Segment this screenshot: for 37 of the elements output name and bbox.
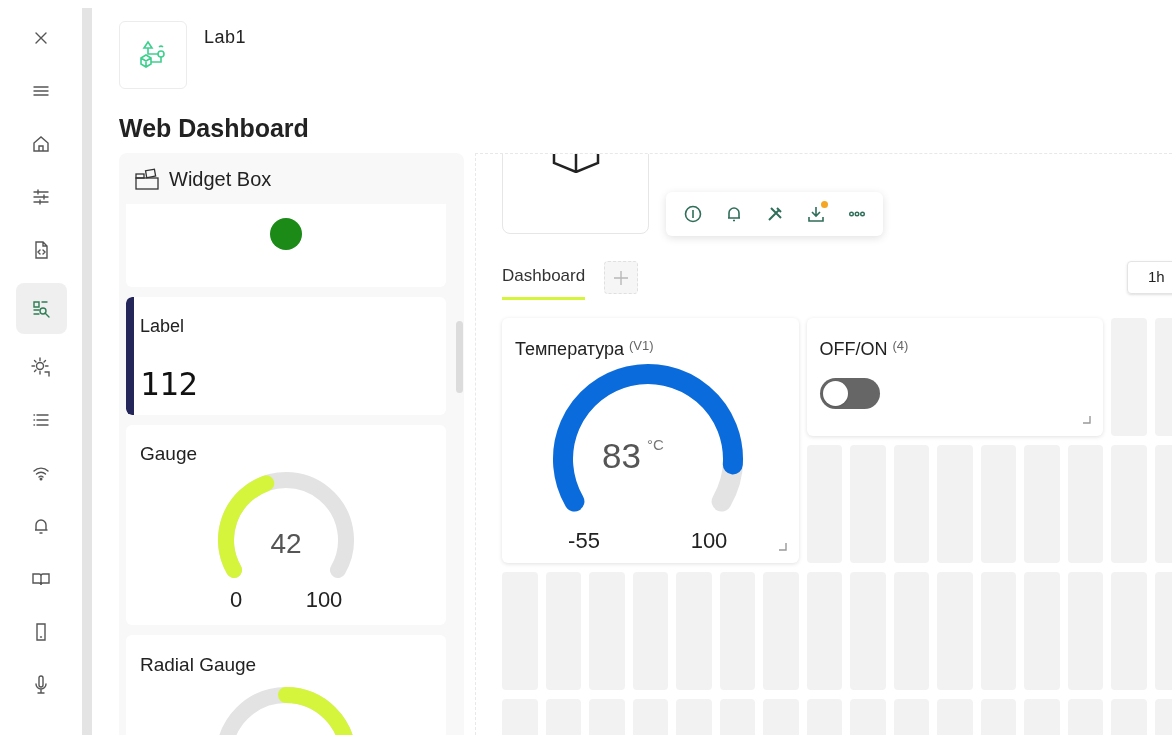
label-value: 112	[140, 364, 198, 405]
widget-title: Gauge	[140, 442, 198, 466]
widget-card[interactable]: OFF/ON (4)	[806, 318, 1103, 436]
resize-handle-icon[interactable]	[1083, 416, 1091, 424]
led-icon	[270, 218, 302, 250]
widget-box-title: Widget Box	[169, 166, 272, 192]
home-icon	[31, 134, 51, 154]
gauge-min: -55	[567, 527, 601, 555]
device-network-icon	[138, 40, 168, 70]
time-range-button[interactable]: 1h	[1127, 261, 1172, 294]
scrollbar[interactable]	[456, 321, 463, 393]
toggle-switch[interactable]	[819, 378, 880, 409]
gauge-max: 100	[304, 586, 344, 614]
plus-icon	[613, 269, 630, 286]
widget-card[interactable]: Label 112	[126, 297, 446, 415]
gauge-value: 42	[269, 527, 303, 561]
widget-title: Radial Gauge	[140, 653, 257, 677]
download-icon[interactable]	[806, 205, 825, 223]
chip-search-icon	[31, 298, 51, 319]
sliders-icon	[31, 187, 51, 207]
sun-icon	[31, 357, 51, 377]
gauge-max: 100	[689, 527, 729, 555]
gauge-unit: °C	[646, 435, 664, 455]
device-name: Lab1	[204, 26, 246, 49]
gauge-value: 83	[602, 438, 641, 473]
gauge-min: 0	[228, 586, 244, 614]
page-title: Web Dashboard	[119, 113, 310, 143]
widget-title: Температура (V1)	[515, 337, 654, 361]
widget-card[interactable]: Radial Gauge	[126, 635, 446, 735]
dashboard-tab[interactable]: Dashboard	[502, 255, 586, 300]
widget-box-icon	[135, 167, 161, 190]
widget-title: OFF/ON (4)	[819, 337, 909, 361]
widget-card[interactable]	[126, 204, 446, 287]
info-icon[interactable]	[683, 205, 702, 223]
sidebar-item[interactable]	[15, 283, 67, 334]
widget-title: Label	[140, 315, 186, 338]
resize-handle-icon[interactable]	[778, 543, 787, 551]
